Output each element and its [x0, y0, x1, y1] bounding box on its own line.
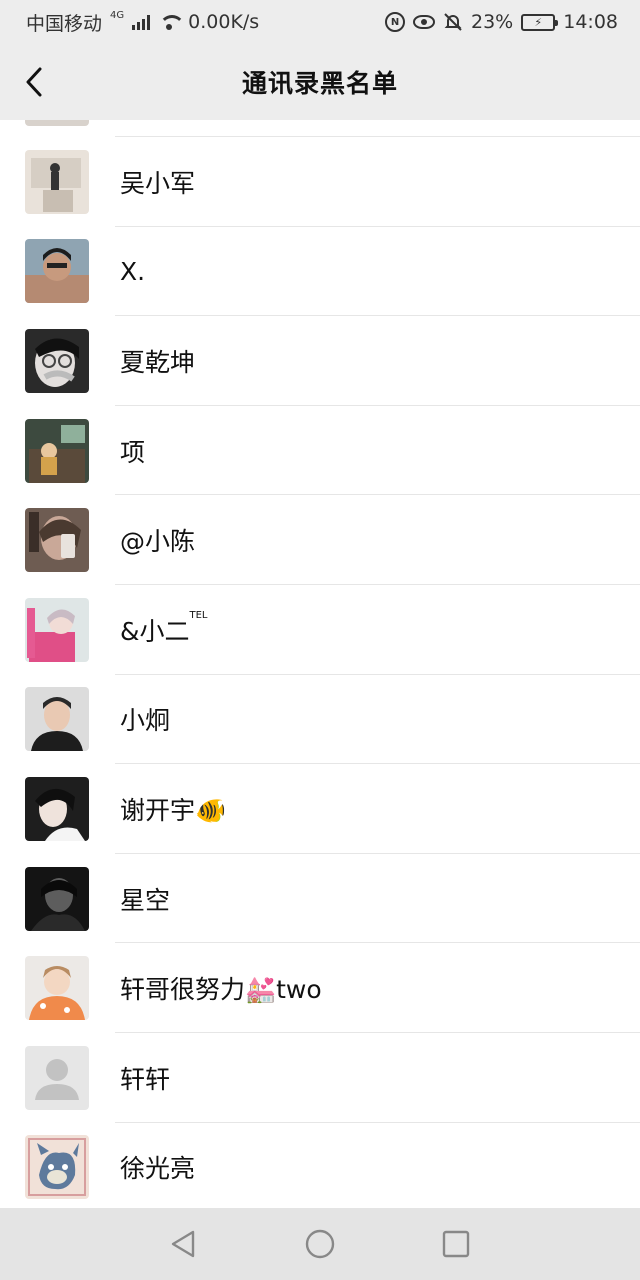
contact-name: 小炯: [120, 706, 171, 736]
default-avatar-icon: [25, 1045, 89, 1110]
avatar: [25, 239, 89, 304]
network-speed: 0.00K/s: [188, 11, 260, 33]
system-home-button[interactable]: [297, 1221, 343, 1267]
contact-name: @小陈: [120, 527, 196, 557]
back-button[interactable]: [14, 62, 54, 102]
status-right: N 23% ⚡ 14:08: [385, 11, 618, 33]
list-item[interactable]: 轩轩: [0, 1033, 640, 1123]
list-item-partial: [25, 120, 640, 137]
avatar: [25, 866, 89, 931]
list-item[interactable]: &小二TEL: [0, 585, 640, 675]
avatar: [25, 597, 89, 662]
list-item[interactable]: 徐光亮: [0, 1123, 640, 1208]
mute-bell-icon: [444, 13, 462, 31]
square-recents-icon: [442, 1230, 470, 1258]
avatar: [25, 328, 89, 393]
carrier-label: 中国移动: [26, 12, 103, 35]
list-item[interactable]: 吴小军: [0, 137, 640, 227]
avatar: [25, 687, 89, 752]
signal-icon: [132, 14, 151, 30]
contact-name: 徐光亮: [120, 1154, 196, 1184]
avatar: [25, 776, 89, 841]
avatar: [25, 1045, 89, 1110]
list-item[interactable]: 星空: [0, 854, 640, 944]
avatar: [25, 1135, 89, 1200]
system-recents-button[interactable]: [433, 1221, 479, 1267]
clock: 14:08: [563, 11, 618, 33]
page-title: 通讯录黑名单: [241, 69, 398, 98]
nav-header: 通讯录黑名单: [0, 44, 640, 120]
list-item[interactable]: 小炯: [0, 675, 640, 765]
wifi-icon: [158, 14, 186, 30]
battery-icon: ⚡: [521, 13, 559, 31]
list-item[interactable]: 轩哥很努力💒two: [0, 943, 640, 1033]
system-navigation-bar: [0, 1208, 640, 1280]
triangle-back-icon: [171, 1230, 195, 1258]
contact-name: 轩哥很努力💒two: [120, 975, 322, 1005]
battery-percent: 23%: [471, 11, 514, 33]
nfc-icon: N: [385, 12, 405, 32]
contact-name: 星空: [120, 885, 171, 915]
avatar: [25, 956, 89, 1021]
contact-name: 吴小军: [120, 168, 196, 198]
list-item[interactable]: 夏乾坤: [0, 316, 640, 406]
list-item[interactable]: @小陈: [0, 495, 640, 585]
circle-home-icon: [305, 1229, 335, 1259]
contact-name: &小二TEL: [120, 609, 208, 648]
contact-name: X.: [120, 256, 146, 286]
status-bar: 中国移动 4G 0.00K/s N 23% ⚡ 14:08: [0, 0, 640, 44]
contact-name: 项: [120, 437, 146, 467]
avatar: [25, 149, 89, 214]
contact-name: 谢开宇🐠: [120, 795, 227, 825]
list-item[interactable]: 项: [0, 406, 640, 496]
system-back-button[interactable]: [161, 1221, 207, 1267]
list-item[interactable]: 谢开宇🐠: [0, 764, 640, 854]
tel-superscript: TEL: [189, 609, 208, 621]
blacklist-contact-list[interactable]: 吴小军 X. 夏乾坤 项 @小陈 &小二TEL 小炯 谢开宇🐠 星空 轩哥很努力…: [0, 120, 640, 1208]
avatar: [25, 120, 89, 126]
avatar: [25, 418, 89, 483]
avatar: [25, 508, 89, 573]
network-type: 4G: [110, 9, 125, 21]
chevron-left-icon: [26, 67, 42, 97]
contact-name: 夏乾坤: [120, 347, 196, 377]
status-left: 中国移动 4G 0.00K/s: [26, 9, 259, 36]
contact-name-text: &小二: [120, 616, 190, 646]
contact-name: 轩轩: [120, 1064, 171, 1094]
eye-icon: [413, 15, 435, 29]
list-item[interactable]: X.: [0, 227, 640, 317]
